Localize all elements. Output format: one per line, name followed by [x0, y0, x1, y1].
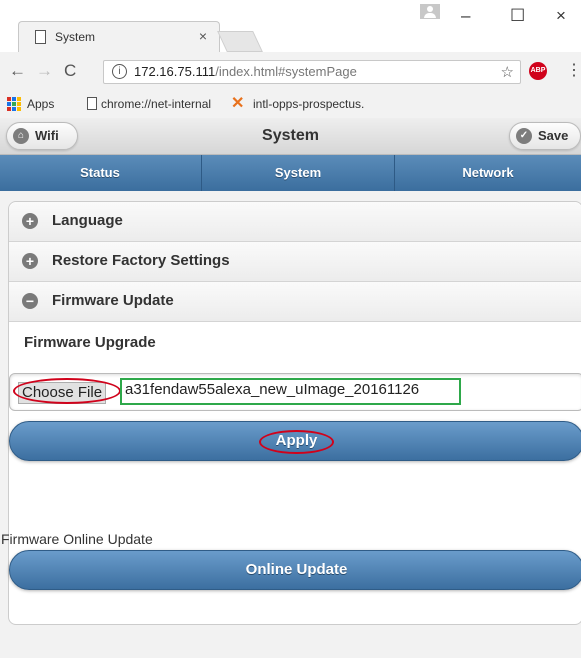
plus-icon: + — [22, 213, 38, 229]
tab-status[interactable]: Status — [0, 155, 200, 191]
maximize-icon[interactable]: ☐ — [510, 6, 525, 26]
info-icon[interactable]: i — [112, 64, 127, 79]
bookmark-intl-opps[interactable]: intl-opps-prospectus. — [253, 97, 364, 111]
tab-strip: System × – ☐ × — [0, 0, 581, 53]
save-button[interactable]: ✓ Save — [509, 122, 581, 150]
x-mark-icon: ✕ — [231, 95, 245, 112]
adblock-icon[interactable]: ABP — [529, 62, 547, 80]
bookmark-net-internals[interactable]: chrome://net-internal — [101, 97, 211, 111]
check-icon: ✓ — [516, 128, 532, 144]
annotation-ellipse — [259, 430, 334, 454]
annotation-ellipse — [13, 378, 121, 404]
tab-close-icon[interactable]: × — [199, 28, 207, 44]
forward-arrow-icon[interactable]: → — [36, 61, 53, 81]
browser-tab[interactable]: System × — [18, 21, 220, 53]
user-profile-icon[interactable] — [420, 4, 440, 19]
annotation-box — [120, 378, 461, 405]
browser-chrome: System × – ☐ × ← → C i 172.16.75.111/ind… — [0, 0, 581, 119]
app-header: ⌂ Wifi System ✓ Save — [0, 118, 581, 155]
online-update-button[interactable]: Online Update — [9, 550, 581, 590]
section-restore-factory[interactable]: + Restore Factory Settings — [9, 242, 581, 282]
url-input[interactable]: i 172.16.75.111/index.html#systemPage ☆ — [103, 60, 521, 84]
page-icon — [87, 97, 97, 110]
online-update-label: Firmware Online Update — [1, 531, 153, 547]
minus-icon: − — [22, 293, 38, 309]
firmware-upgrade-heading: Firmware Upgrade — [24, 334, 156, 351]
section-firmware-update[interactable]: − Firmware Update — [9, 282, 581, 322]
close-window-icon[interactable]: × — [556, 6, 566, 26]
bookmarks-bar: Apps chrome://net-internal ✕ intl-opps-p… — [0, 91, 581, 119]
settings-panel: + Language + Restore Factory Settings − … — [1, 201, 581, 625]
apps-grid-icon — [7, 97, 21, 111]
tab-network[interactable]: Network — [395, 155, 581, 191]
apply-button[interactable]: Apply — [9, 421, 581, 461]
url-text: 172.16.75.111/index.html#systemPage — [134, 64, 357, 79]
page-title: System — [262, 127, 319, 144]
bookmark-star-icon[interactable]: ☆ — [501, 63, 514, 81]
tab-system[interactable]: System — [202, 155, 394, 191]
minimize-icon[interactable]: – — [461, 6, 470, 26]
tab-title: System — [55, 30, 96, 44]
address-bar: ← → C i 172.16.75.111/index.html#systemP… — [0, 52, 581, 91]
file-input-field[interactable]: Choose File a31fendaw55alexa_new_uImage_… — [9, 373, 581, 411]
back-arrow-icon[interactable]: ← — [9, 61, 26, 81]
plus-icon: + — [22, 253, 38, 269]
bookmark-apps[interactable]: Apps — [27, 97, 54, 111]
menu-dots-icon[interactable]: ⋮ — [566, 60, 581, 80]
nav-bar: Status System Network — [0, 155, 581, 191]
new-tab-button[interactable] — [217, 31, 263, 52]
section-language[interactable]: + Language — [9, 202, 581, 242]
reload-icon[interactable]: C — [64, 61, 76, 81]
content-area: + Language + Restore Factory Settings − … — [0, 191, 581, 658]
page-icon — [35, 30, 46, 44]
